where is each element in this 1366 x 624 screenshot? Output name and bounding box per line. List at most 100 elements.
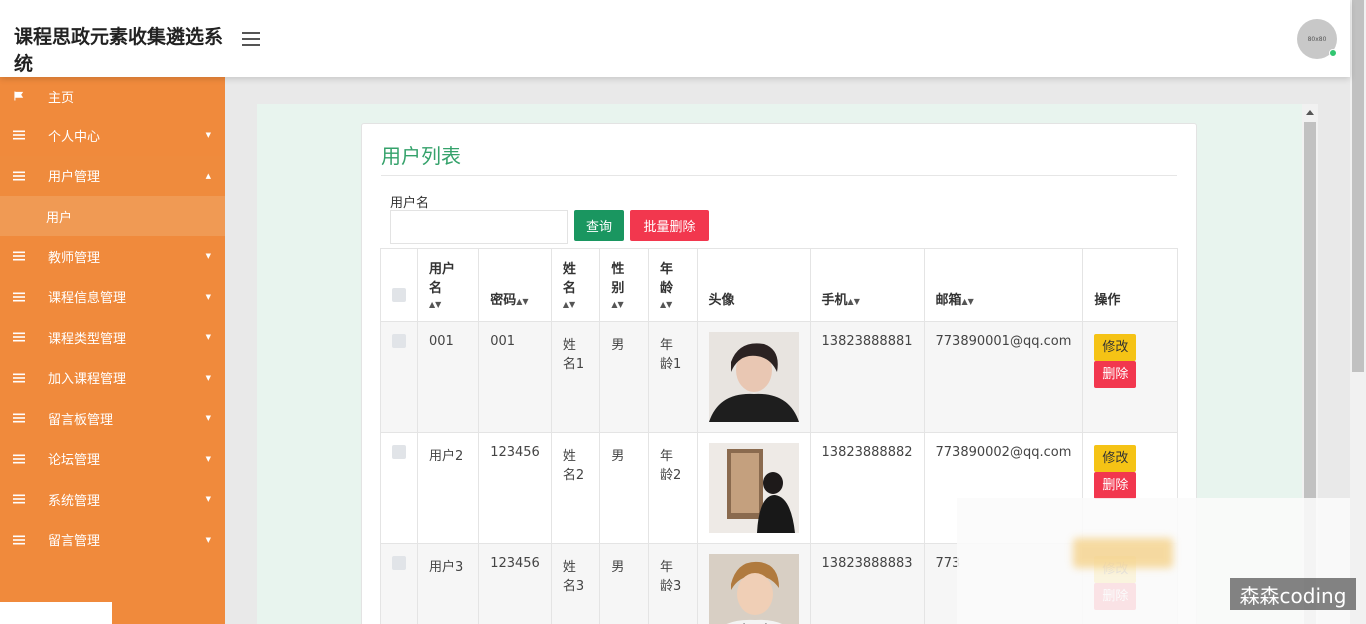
- sidebar-item-label: 教师管理: [48, 250, 101, 266]
- cell-username: 用户3: [416, 543, 480, 624]
- sidebar-item-teacher-management[interactable]: 教师管理 ▼: [0, 236, 225, 277]
- list-icon: [13, 535, 25, 545]
- search-label: 用户名: [390, 196, 430, 211]
- caret-down-icon: ▼: [205, 495, 211, 504]
- cell-password: 001: [478, 321, 552, 433]
- sidebar-item-label: 主页: [48, 90, 75, 106]
- sidebar-item-label: 加入课程管理: [48, 372, 127, 388]
- sidebar-item-message-board[interactable]: 留言板管理 ▼: [0, 398, 225, 439]
- cell-name: 姓名3: [550, 543, 601, 624]
- sidebar-item-forum[interactable]: 论坛管理 ▼: [0, 439, 225, 480]
- column-header-password[interactable]: 密码▲▼: [478, 248, 552, 322]
- edit-button[interactable]: 修改: [1094, 445, 1137, 472]
- cell-name: 姓名1: [550, 321, 601, 433]
- scroll-up-arrow-icon[interactable]: [1306, 110, 1314, 115]
- sort-icon[interactable]: ▲▼: [563, 300, 575, 309]
- sidebar-item-label: 留言板管理: [48, 412, 114, 428]
- select-all-cell: [380, 248, 418, 322]
- blurred-element: [1073, 538, 1173, 568]
- cell-phone: 13823888882: [809, 432, 925, 544]
- sidebar-item-label: 个人中心: [48, 129, 101, 145]
- cell-phone: 13823888883: [809, 543, 925, 624]
- row-checkbox[interactable]: [392, 556, 406, 570]
- cell-username: 001: [416, 321, 480, 433]
- sort-icon[interactable]: ▲▼: [516, 297, 528, 306]
- top-header: 课程思政元素收集遴选系统 80x80: [0, 0, 1350, 77]
- sidebar-subitem-users[interactable]: 用户: [0, 196, 225, 236]
- caret-down-icon: ▼: [205, 292, 211, 301]
- column-header-age[interactable]: 年龄 ▲▼: [647, 248, 698, 322]
- query-button[interactable]: 查询: [574, 210, 624, 241]
- list-icon: [13, 292, 25, 302]
- cell-phone: 13823888881: [809, 321, 925, 433]
- delete-button[interactable]: 删除: [1094, 472, 1137, 499]
- list-icon: [13, 130, 25, 140]
- list-icon: [13, 251, 25, 261]
- menu-toggle-icon[interactable]: [242, 32, 260, 46]
- user-avatar[interactable]: 80x80: [1297, 19, 1337, 59]
- cell-password: 123456: [478, 543, 552, 624]
- caret-down-icon: ▼: [205, 373, 211, 382]
- sidebar-item-label: 系统管理: [48, 493, 101, 509]
- sidebar-item-label: 用户管理: [48, 170, 101, 186]
- cell-email: 773890001@qq.com: [923, 321, 1084, 433]
- row-checkbox[interactable]: [392, 445, 406, 459]
- row-select-cell: [380, 432, 418, 544]
- sidebar-item-label: 留言管理: [48, 534, 101, 550]
- cell-username: 用户2: [416, 432, 480, 544]
- sort-icon[interactable]: ▲▼: [962, 297, 974, 306]
- caret-down-icon: ▼: [205, 252, 211, 261]
- caret-down-icon: ▼: [205, 131, 211, 140]
- cell-avatar: [696, 543, 811, 624]
- table-row: 001 001 姓名1 男 年龄1 13823888881 773890001@…: [380, 321, 1178, 433]
- sidebar-item-course-type[interactable]: 课程类型管理 ▼: [0, 317, 225, 358]
- sidebar-item-system[interactable]: 系统管理 ▼: [0, 479, 225, 520]
- row-checkbox[interactable]: [392, 334, 406, 348]
- sidebar-item-user-management[interactable]: 用户管理 ▲: [0, 155, 225, 196]
- cell-name: 姓名2: [550, 432, 601, 544]
- username-search-input[interactable]: [390, 210, 568, 244]
- select-all-checkbox[interactable]: [392, 288, 406, 302]
- column-header-username[interactable]: 用户名 ▲▼: [416, 248, 480, 322]
- sort-icon[interactable]: ▲▼: [611, 300, 623, 309]
- list-icon: [13, 171, 25, 181]
- sidebar-item-course-info[interactable]: 课程信息管理 ▼: [0, 277, 225, 318]
- sidebar-item-home[interactable]: 主页: [0, 77, 225, 115]
- page-title: 用户列表: [381, 140, 1177, 176]
- user-avatar-photo: [708, 554, 799, 624]
- search-bar: 用户名 查询 批量删除: [381, 176, 1177, 246]
- page-scrollbar[interactable]: [1350, 0, 1366, 624]
- sort-icon[interactable]: ▲▼: [429, 300, 441, 309]
- sort-icon[interactable]: ▲▼: [660, 300, 672, 309]
- page-scrollbar-thumb[interactable]: [1352, 0, 1364, 372]
- sidebar-item-messages[interactable]: 留言管理 ▼: [0, 520, 225, 561]
- list-icon: [13, 413, 25, 423]
- cell-gender: 男: [599, 543, 649, 624]
- list-icon: [13, 373, 25, 383]
- sidebar-item-profile[interactable]: 个人中心 ▼: [0, 115, 225, 156]
- sidebar-item-label: 课程类型管理: [48, 331, 127, 347]
- cell-gender: 男: [599, 321, 649, 433]
- column-header-gender[interactable]: 性别 ▲▼: [599, 248, 649, 322]
- column-header-phone[interactable]: 手机▲▼: [809, 248, 925, 322]
- caret-down-icon: ▼: [205, 333, 211, 342]
- cell-avatar: [696, 321, 811, 433]
- delete-button[interactable]: 删除: [1094, 361, 1137, 388]
- column-header-name[interactable]: 姓名 ▲▼: [550, 248, 601, 322]
- row-select-cell: [380, 543, 418, 624]
- online-status-dot: [1329, 49, 1337, 57]
- sidebar-footer-block: [0, 602, 112, 624]
- list-icon: [13, 494, 25, 504]
- batch-delete-button[interactable]: 批量删除: [630, 210, 709, 241]
- cell-actions: 修改删除: [1082, 321, 1178, 433]
- cell-gender: 男: [599, 432, 649, 544]
- cell-avatar: [696, 432, 811, 544]
- edit-button[interactable]: 修改: [1094, 334, 1137, 361]
- sidebar-item-join-course[interactable]: 加入课程管理 ▼: [0, 358, 225, 399]
- column-header-email[interactable]: 邮箱▲▼: [923, 248, 1084, 322]
- column-header-avatar: 头像: [696, 248, 811, 322]
- caret-down-icon: ▼: [205, 535, 211, 544]
- caret-down-icon: ▼: [205, 454, 211, 463]
- flag-icon: [14, 91, 24, 101]
- sort-icon[interactable]: ▲▼: [848, 297, 860, 306]
